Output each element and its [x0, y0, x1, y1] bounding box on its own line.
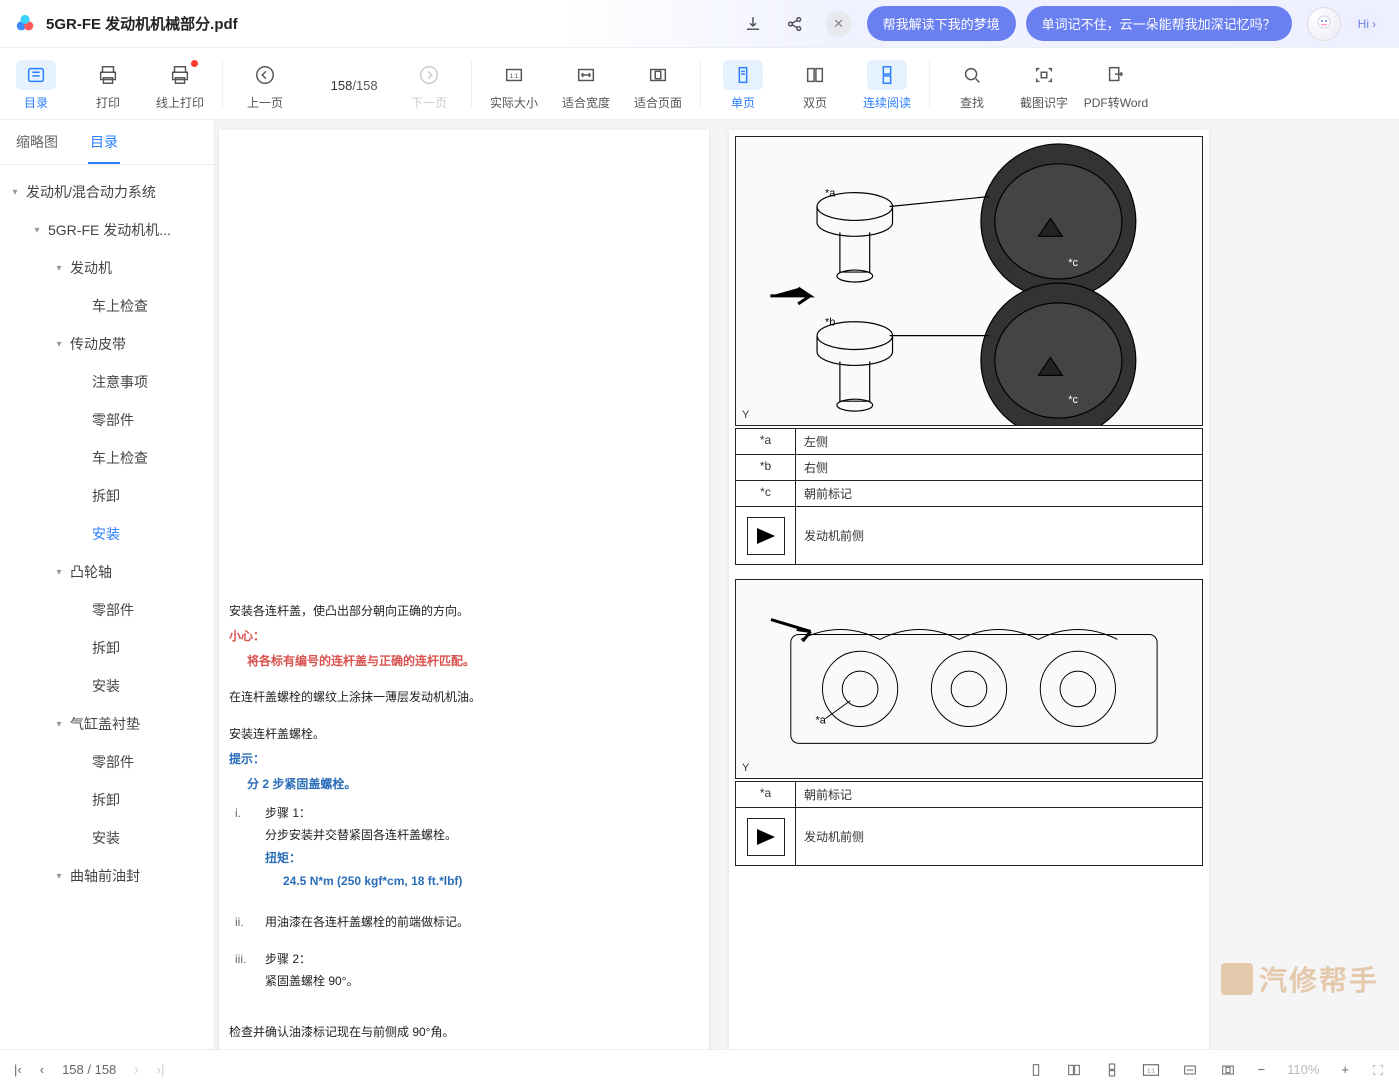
- tree-item[interactable]: ▾5GR-FE 发动机机...: [0, 211, 214, 249]
- zoom-level: 110%: [1287, 1062, 1319, 1077]
- tree-item[interactable]: 车上检查: [0, 287, 214, 325]
- fit-page-button[interactable]: 适合页面: [622, 54, 694, 116]
- tree-item[interactable]: 安装: [0, 819, 214, 857]
- fit-width-button[interactable]: 适合宽度: [550, 54, 622, 116]
- svg-text:*c: *c: [1068, 394, 1078, 406]
- figure-crankcase: *a Y: [735, 579, 1203, 779]
- front-arrow-icon: [736, 808, 796, 865]
- view-double-icon[interactable]: [1066, 1062, 1082, 1078]
- figure-pistons: *a *b *c *c Y: [735, 136, 1203, 426]
- assistant-avatar[interactable]: [1307, 7, 1341, 41]
- share-icon[interactable]: [778, 7, 812, 41]
- tree-item[interactable]: 拆卸: [0, 477, 214, 515]
- next-page-icon[interactable]: ›: [134, 1062, 138, 1077]
- view-actual-icon[interactable]: 1:1: [1142, 1063, 1160, 1077]
- tab-toc[interactable]: 目录: [74, 120, 134, 164]
- tree-item[interactable]: ▾凸轮轴: [0, 553, 214, 591]
- tree-item[interactable]: ▾传动皮带: [0, 325, 214, 363]
- tree-item[interactable]: 安装: [0, 515, 214, 553]
- actual-size-button[interactable]: 1:1实际大小: [478, 54, 550, 116]
- screenshot-ocr-button[interactable]: 截图识字: [1008, 54, 1080, 116]
- tree-item[interactable]: 零部件: [0, 743, 214, 781]
- svg-text:*b: *b: [825, 317, 835, 329]
- find-button[interactable]: 查找: [936, 54, 1008, 116]
- tree-item[interactable]: ▾曲轴前油封: [0, 857, 214, 895]
- tree-item[interactable]: 车上检查: [0, 439, 214, 477]
- double-page-button[interactable]: 双页: [779, 54, 851, 116]
- view-fitw-icon[interactable]: [1182, 1062, 1198, 1078]
- view-single-icon[interactable]: [1028, 1062, 1044, 1078]
- hi-badge[interactable]: Hi›: [1349, 14, 1385, 34]
- toolbar: 目录 打印 线上打印 上一页 / 158 下一页 1:1实际大小 适合宽度 适合…: [0, 48, 1399, 120]
- suggestion-pill-1[interactable]: 帮我解读下我的梦境: [867, 6, 1016, 41]
- tree-item[interactable]: ▾气缸盖衬垫: [0, 705, 214, 743]
- view-continuous-icon[interactable]: [1104, 1062, 1120, 1078]
- page-display: 158 / 158: [62, 1062, 116, 1077]
- print-button[interactable]: 打印: [72, 54, 144, 116]
- titlebar: 5GR-FE 发动机机械部分.pdf ✕ 帮我解读下我的梦境 单词记不住，云一朵…: [0, 0, 1399, 48]
- svg-text:*a: *a: [825, 188, 836, 200]
- tree-item[interactable]: 拆卸: [0, 629, 214, 667]
- svg-text:*a: *a: [816, 715, 827, 727]
- next-page-button: 下一页: [393, 54, 465, 116]
- tree-item[interactable]: ▾发动机: [0, 249, 214, 287]
- tree-item[interactable]: 零部件: [0, 401, 214, 439]
- page-input[interactable]: [316, 78, 352, 93]
- tab-thumbnails[interactable]: 缩略图: [0, 120, 74, 164]
- prev-page-button[interactable]: 上一页: [229, 54, 301, 116]
- outline-tree[interactable]: ▾发动机/混合动力系统▾5GR-FE 发动机机...▾发动机车上检查▾传动皮带注…: [0, 165, 214, 1049]
- document-title: 5GR-FE 发动机机械部分.pdf: [46, 13, 238, 34]
- prev-page-icon[interactable]: ‹: [40, 1062, 44, 1077]
- tree-item[interactable]: 安装: [0, 667, 214, 705]
- legend-table-1: *a左侧 *b右侧 *c朝前标记 发动机前侧: [735, 428, 1203, 565]
- svg-text:1:1: 1:1: [1147, 1068, 1154, 1074]
- close-suggestion-icon[interactable]: ✕: [826, 11, 852, 37]
- app-logo: [14, 13, 36, 35]
- svg-text:1:1: 1:1: [510, 72, 519, 79]
- zoom-in-icon[interactable]: +: [1341, 1062, 1349, 1077]
- continuous-read-button[interactable]: 连续阅读: [851, 54, 923, 116]
- svg-text:*c: *c: [1068, 257, 1078, 269]
- tree-item[interactable]: 零部件: [0, 591, 214, 629]
- sidebar: 缩略图 目录 ▾发动机/混合动力系统▾5GR-FE 发动机机...▾发动机车上检…: [0, 120, 215, 1049]
- first-page-icon[interactable]: |‹: [14, 1062, 22, 1077]
- last-page-icon[interactable]: ›|: [157, 1062, 165, 1077]
- legend-table-2: *a朝前标记 发动机前侧: [735, 781, 1203, 866]
- bottom-nav: |‹ ‹ 158 / 158 › ›| 1:1 − 110% +: [0, 1049, 1399, 1089]
- page-viewport[interactable]: 安装各连杆盖，使凸出部分朝向正确的方向。 小心： 将各标有编号的连杆盖与正确的连…: [215, 120, 1399, 1049]
- page-indicator[interactable]: / 158: [301, 54, 393, 116]
- suggestion-pill-2[interactable]: 单词记不住，云一朵能帮我加深记忆吗？: [1026, 6, 1292, 41]
- fullscreen-icon[interactable]: [1371, 1063, 1385, 1077]
- online-print-button[interactable]: 线上打印: [144, 54, 216, 116]
- pdf-page-right: *a *b *c *c Y *a左侧: [729, 130, 1209, 1049]
- single-page-button[interactable]: 单页: [707, 54, 779, 116]
- pdf-page-left: 安装各连杆盖，使凸出部分朝向正确的方向。 小心： 将各标有编号的连杆盖与正确的连…: [219, 130, 709, 1049]
- tree-item[interactable]: 拆卸: [0, 781, 214, 819]
- toc-button[interactable]: 目录: [0, 54, 72, 116]
- view-fitp-icon[interactable]: [1220, 1062, 1236, 1078]
- tree-item[interactable]: ▾发动机/混合动力系统: [0, 173, 214, 211]
- zoom-out-icon[interactable]: −: [1258, 1062, 1266, 1077]
- tree-item[interactable]: 注意事项: [0, 363, 214, 401]
- download-icon[interactable]: [736, 7, 770, 41]
- front-arrow-icon: [736, 507, 796, 564]
- pdf-to-word-button[interactable]: PDF转Word: [1080, 54, 1152, 116]
